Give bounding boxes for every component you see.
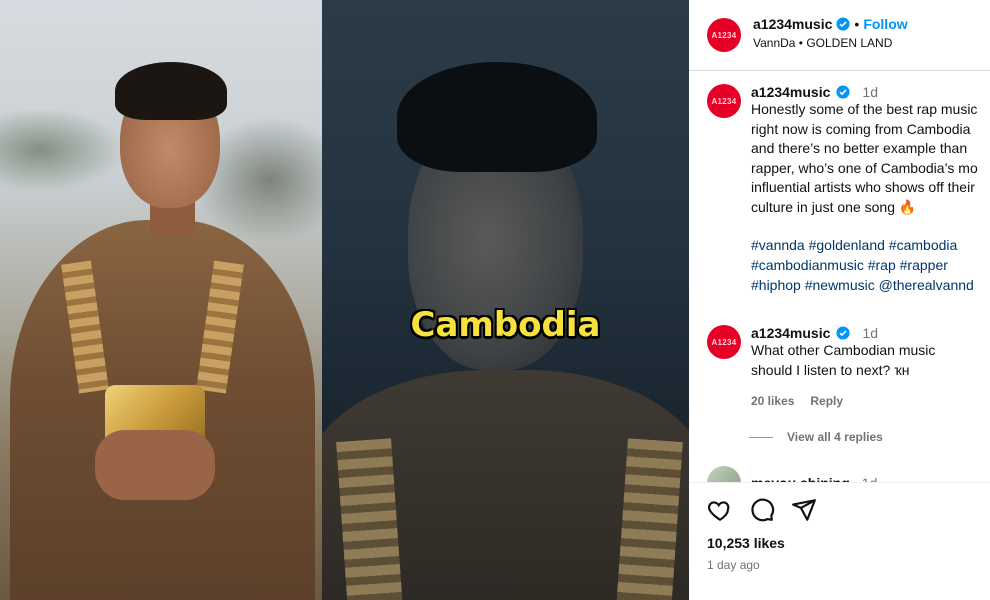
view-replies-label[interactable]: View all 4 replies	[787, 430, 883, 444]
hair-shape	[397, 62, 597, 172]
separator: •	[854, 16, 860, 32]
hashtag-line[interactable]: #cambodianmusic #rap #rapper	[751, 255, 978, 275]
comment-time: 1d	[862, 84, 878, 100]
view-replies[interactable]: View all 4 replies	[749, 430, 883, 444]
heart-icon[interactable]	[707, 497, 733, 523]
post-date: 1 day ago	[707, 558, 760, 572]
username[interactable]: a1234music	[751, 84, 830, 100]
username[interactable]: a1234music	[753, 16, 832, 32]
comment: A1234 a1234music 1d What other Cambodian…	[707, 325, 990, 408]
avatar[interactable]: A1234	[707, 84, 741, 118]
comment-line: What other Cambodian music	[751, 342, 936, 358]
avatar[interactable]: A1234	[707, 325, 741, 359]
avatar[interactable]: A1234	[707, 18, 741, 52]
username[interactable]: a1234music	[751, 325, 830, 341]
share-icon[interactable]	[791, 497, 817, 523]
post-header-text: a1234music • Follow VannDa • GOLDEN LAND	[753, 16, 908, 50]
comment-line: rapper, who’s one of Cambodia’s mo	[751, 159, 978, 176]
reply-button[interactable]: Reply	[810, 394, 843, 408]
action-icons	[707, 497, 817, 523]
comment-line: influential artists who shows off their	[751, 179, 975, 195]
comment-line: right now is coming from Cambodia	[751, 120, 971, 137]
action-bar: 10,253 likes 1 day ago	[689, 482, 990, 600]
video-caption: Cambodia	[410, 305, 601, 345]
likes-count[interactable]: 10,253 likes	[707, 535, 785, 551]
comment-likes[interactable]: 20 likes	[751, 394, 794, 408]
photo-left	[0, 0, 322, 600]
verified-badge-icon	[836, 326, 850, 340]
verified-badge-icon	[836, 17, 850, 31]
hashtag-line[interactable]: #hiphop #newmusic @therealvannd	[751, 275, 978, 295]
caption-comment: A1234 a1234music 1d Honestly some of the…	[707, 84, 990, 295]
comment-icon[interactable]	[749, 497, 775, 523]
hands-shape	[95, 430, 215, 500]
comment-body: a1234music 1d Honestly some of the best …	[751, 84, 978, 295]
follow-button[interactable]: Follow	[863, 16, 907, 32]
post-header: A1234 a1234music • Follow VannDa • GOLDE…	[707, 16, 990, 52]
post-panel: A1234 a1234music • Follow VannDa • GOLDE…	[689, 0, 990, 600]
verified-badge-icon	[836, 85, 850, 99]
divider	[689, 70, 990, 71]
hashtag-line[interactable]: #vannda #goldenland #cambodia	[751, 235, 978, 255]
photo-middle: Cambodia	[322, 0, 689, 600]
comment-line: and there’s no better example than	[751, 140, 968, 156]
replies-line	[749, 436, 773, 438]
post-subtitle[interactable]: VannDa • GOLDEN LAND	[753, 36, 908, 50]
comment-meta: 20 likes Reply	[751, 394, 935, 408]
comment-line: should I listen to next? ҡн	[751, 361, 910, 378]
strap-right	[616, 438, 683, 600]
hashtags: #vannda #goldenland #cambodia #cambodian…	[751, 235, 978, 295]
comment-body: a1234music 1d What other Cambodian music…	[751, 325, 935, 408]
comment-line: culture in just one song 🔥	[751, 198, 917, 215]
comment-time: 1d	[862, 325, 878, 341]
comment-line: Honestly some of the best rap music	[751, 101, 978, 117]
hair-shape	[115, 62, 227, 120]
